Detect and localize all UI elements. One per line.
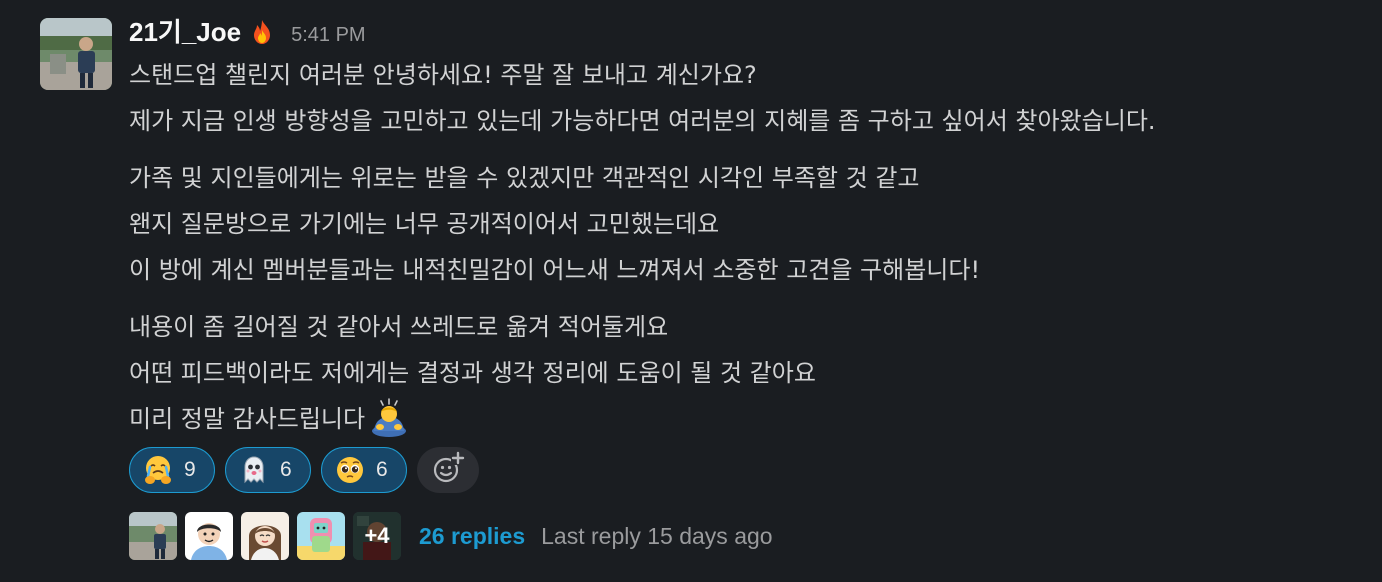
add-reaction-icon (431, 451, 465, 489)
thread-last-reply: Last reply 15 days ago (541, 522, 773, 549)
add-reaction-button[interactable] (417, 447, 479, 493)
bowing-person-icon (369, 397, 409, 437)
reaction-ghost[interactable]: 6 (225, 447, 311, 493)
message-line-closing: 미리 정말 감사드립니다 (129, 396, 1359, 442)
message-line: 제가 지금 인생 방향성을 고민하고 있는데 가능하다면 여러분의 지혜를 좀 … (129, 107, 1156, 135)
message-line: 이 방에 계신 멤버분들과는 내적친밀감이 어느새 느껴져서 소중한 고견을 구… (129, 256, 981, 284)
message-container: 21기_Joe 5:41 PM 스탠드업 챌린지 여러분 안녕하세요! 주말 잘… (0, 0, 1382, 582)
thread-summary[interactable]: +4 26 replies Last reply 15 days ago (129, 512, 773, 560)
thread-participant-avatar (241, 512, 289, 560)
thread-more-participants: +4 (353, 512, 401, 560)
pleading-face-icon (334, 454, 366, 486)
message-line: 내용이 좀 길어질 것 같아서 쓰레드로 옮겨 적어둘게요 (129, 313, 669, 341)
author-avatar[interactable] (40, 18, 112, 90)
message-line: 스탠드업 챌린지 여러분 안녕하세요! 주말 잘 보내고 계신가요? (129, 61, 757, 89)
reaction-pleading[interactable]: 6 (321, 447, 407, 493)
author-name[interactable]: 21기_Joe (129, 12, 241, 49)
reaction-count: 9 (184, 458, 196, 481)
message-content: 21기_Joe 5:41 PM 스탠드업 챌린지 여러분 안녕하세요! 주말 잘… (129, 12, 1359, 442)
reaction-crying-hugging[interactable]: 9 (129, 447, 215, 493)
thread-participant-avatar (185, 512, 233, 560)
crying-hugging-face-icon (142, 454, 174, 486)
message-line-text: 미리 정말 감사드립니다 (129, 405, 366, 433)
thread-participant-avatar (297, 512, 345, 560)
message-line: 왠지 질문방으로 가기에는 너무 공개적이어서 고민했는데요 (129, 210, 720, 238)
thread-replies-link[interactable]: 26 replies (419, 523, 525, 550)
message-header: 21기_Joe 5:41 PM (129, 12, 1359, 52)
message-timestamp[interactable]: 5:41 PM (291, 24, 365, 47)
thread-participant-avatar (129, 512, 177, 560)
reaction-count: 6 (376, 458, 388, 481)
ghost-face-icon (238, 454, 270, 486)
message-line: 어떤 피드백이라도 저에게는 결정과 생각 정리에 도움이 될 것 같아요 (129, 359, 816, 387)
reaction-count: 6 (280, 458, 292, 481)
fire-icon (249, 19, 275, 45)
more-participants-count: +4 (353, 512, 401, 560)
message-line: 가족 및 지인들에게는 위로는 받을 수 있겠지만 객관적인 시각인 부족할 것… (129, 164, 920, 192)
reactions-bar: 9 6 6 (129, 447, 479, 493)
